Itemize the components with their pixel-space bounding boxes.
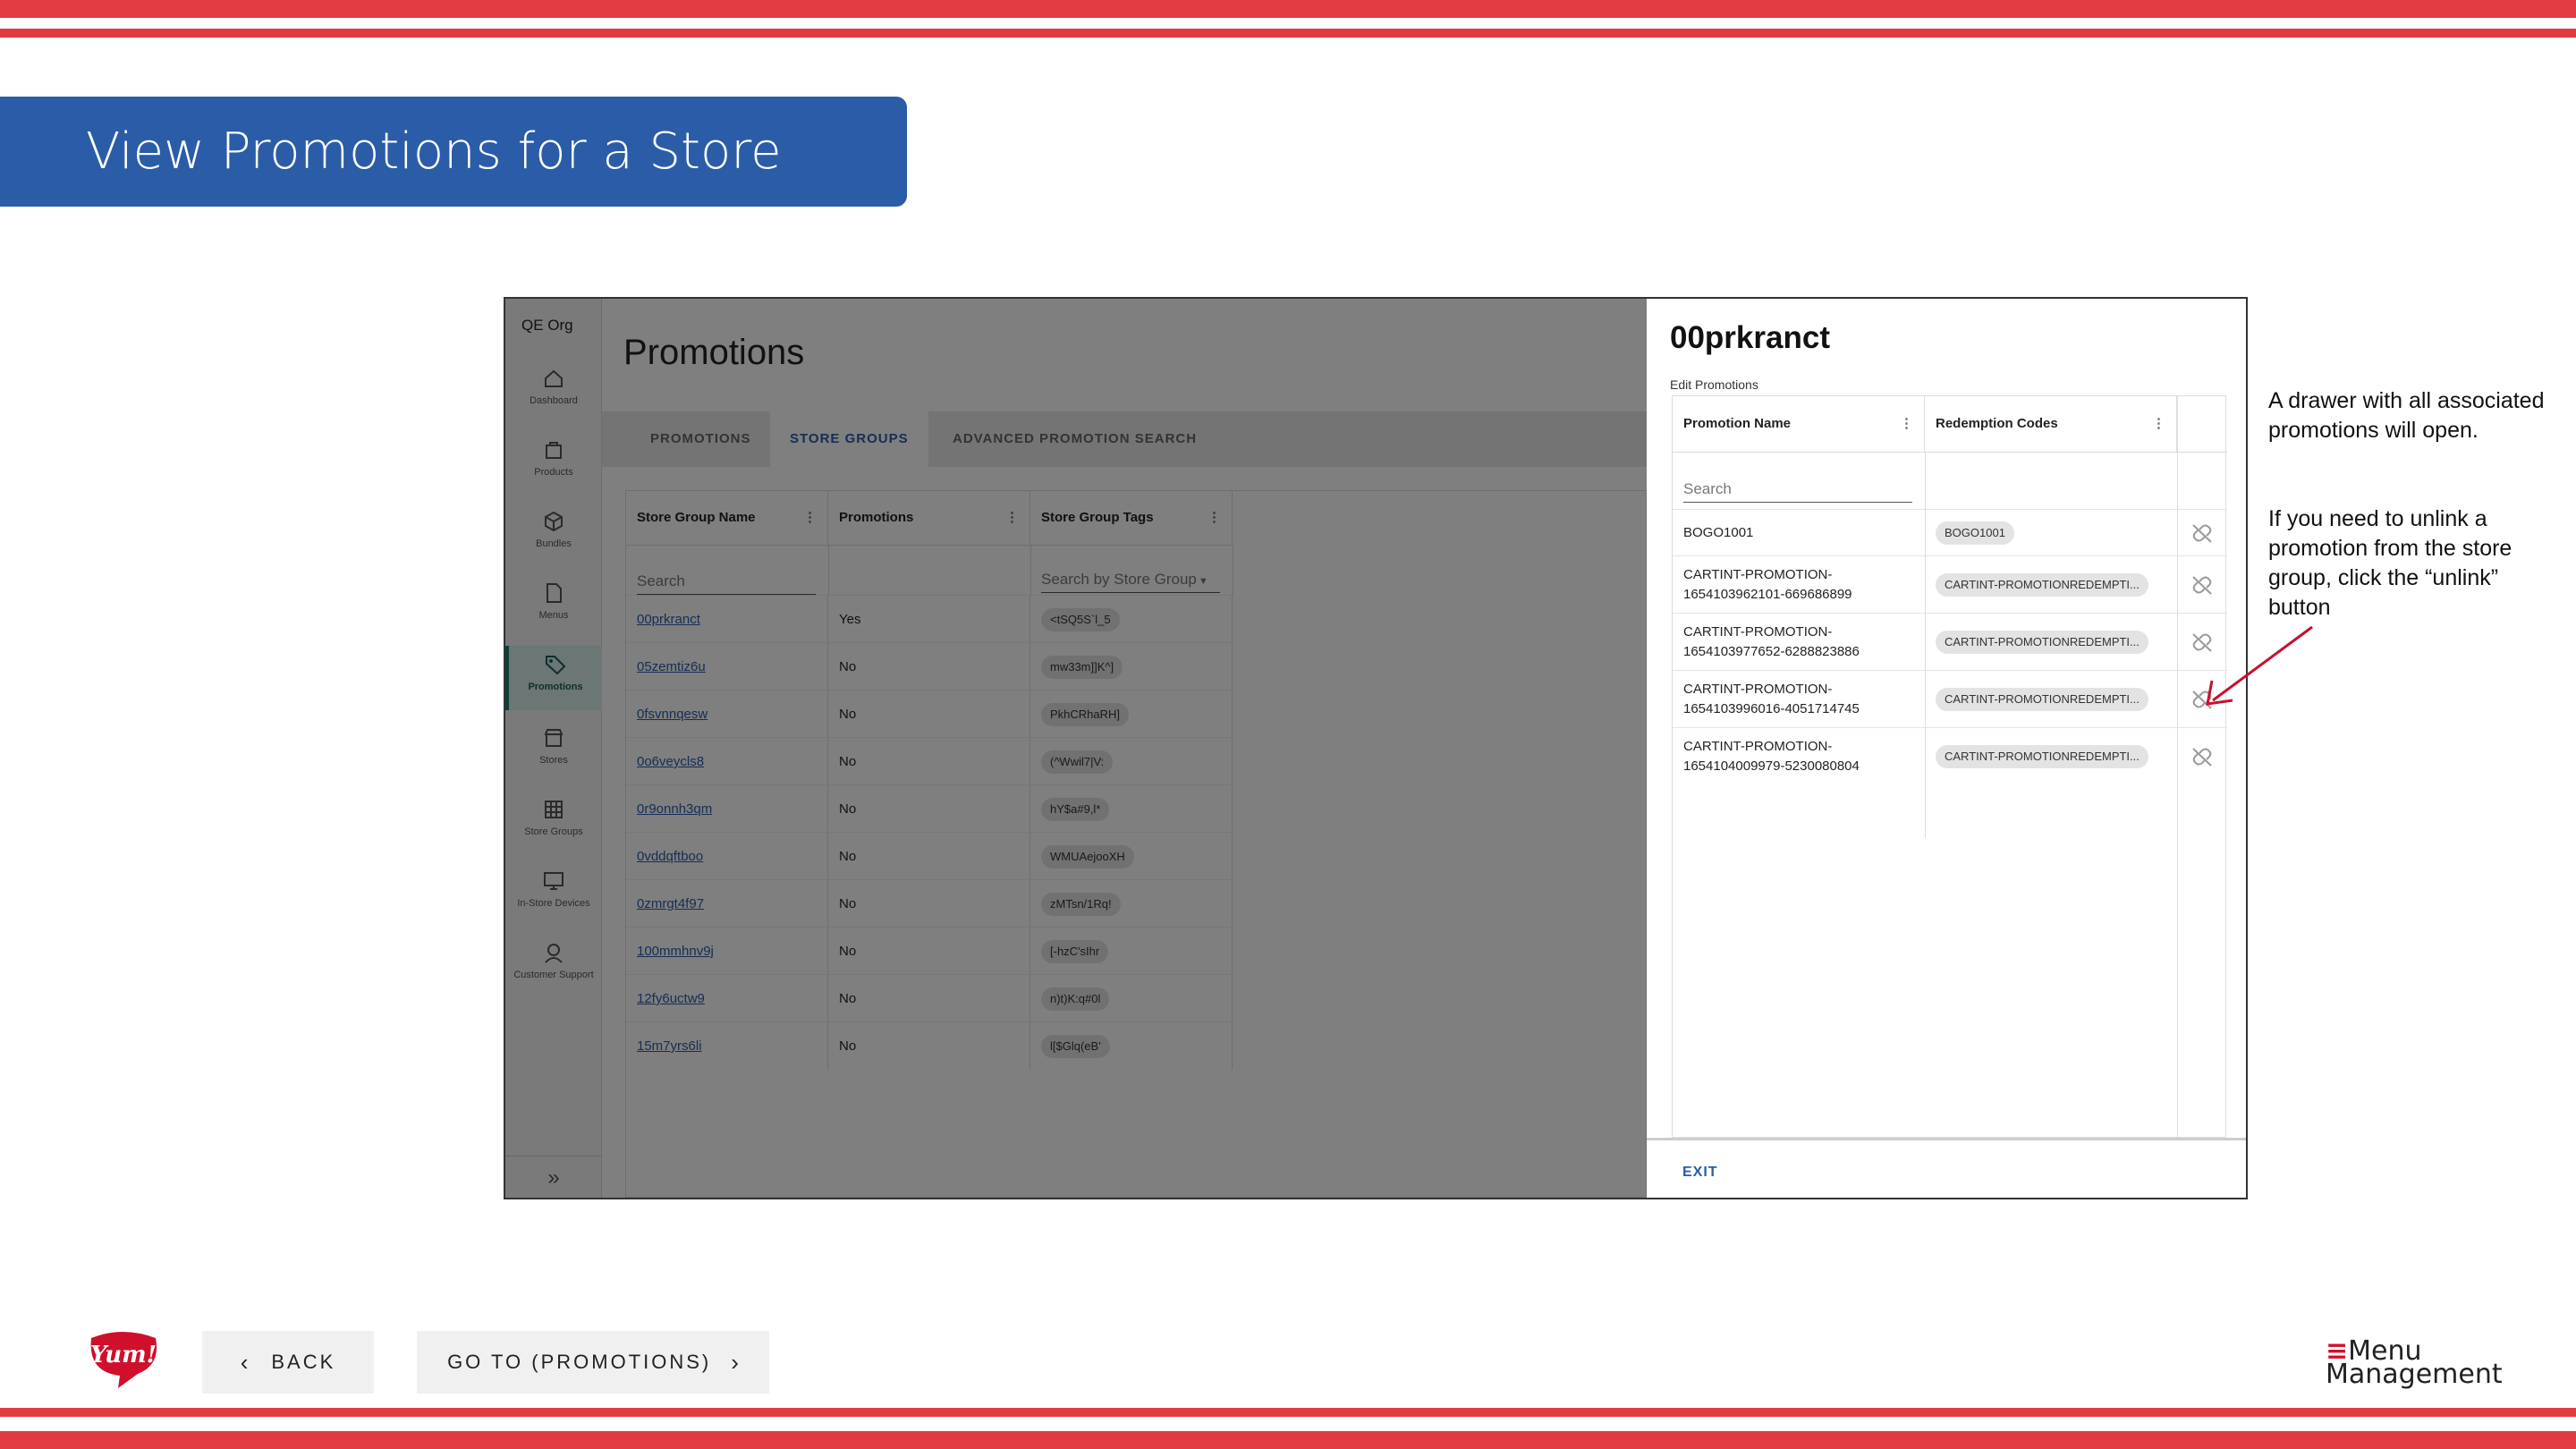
unlink-icon[interactable] — [2189, 743, 2216, 770]
promotion-name: CARTINT-PROMOTION- 1654103977652-62888238… — [1673, 614, 1925, 671]
brand-line2: Management — [2326, 1359, 2503, 1390]
promotion-search-input[interactable]: Search — [1683, 480, 1912, 503]
promotion-name: CARTINT-PROMOTION- 1654103962101-66968689… — [1673, 556, 1925, 614]
promotion-row: CARTINT-PROMOTION- 1654103962101-66968689… — [1673, 555, 2227, 613]
promotion-name: BOGO1001 — [1673, 510, 1925, 556]
promotion-name-line1: CARTINT-PROMOTION- — [1683, 624, 1833, 640]
chevron-left-icon: ‹ — [240, 1348, 249, 1376]
column-header-label: Promotion Name — [1683, 416, 1792, 431]
promotion-row: CARTINT-PROMOTION- 1654103977652-62888238… — [1673, 613, 2227, 670]
drawer-promotions-table: Promotion Name ⋮ Redemption Codes ⋮ Search… — [1672, 395, 2227, 1139]
unlink-icon[interactable] — [2189, 572, 2216, 598]
go-to-promotions-button[interactable]: GO TO (PROMOTIONS) › — [417, 1331, 769, 1394]
drawer-title: 00prkranct — [1670, 320, 1830, 355]
promotion-name-line1: CARTINT-PROMOTION- — [1683, 682, 1833, 697]
chevron-right-icon: › — [731, 1348, 739, 1376]
callout-arrow — [2206, 625, 2313, 706]
top-stripe — [0, 0, 2576, 18]
note-unlink: If you need to unlink a promotion from t… — [2268, 506, 2512, 620]
go-to-label: GO TO (PROMOTIONS) — [447, 1351, 712, 1373]
promotion-name-line2: 1654103977652-6288823886 — [1683, 644, 1860, 659]
bottom-stripe-thin — [0, 1408, 2576, 1417]
redemption-code-chip: BOGO1001 — [1936, 521, 2014, 545]
column-header-redemption-codes[interactable]: Redemption Codes ⋮ — [1925, 396, 2177, 452]
yum-logo-text: Yum! — [89, 1342, 157, 1368]
promotion-name-line1: BOGO1001 — [1683, 525, 1754, 540]
app-screenshot: QE Org DashboardProductsBundlesMenusProm… — [504, 297, 2248, 1199]
drawer-footer: EXIT — [1647, 1138, 2246, 1198]
redemption-code-chip: CARTINT-PROMOTIONREDEMPTI... — [1936, 688, 2148, 711]
exit-button[interactable]: EXIT — [1682, 1165, 1718, 1181]
back-button-label: BACK — [271, 1351, 336, 1373]
promotions-drawer: 00prkranct Edit Promotions Promotion Nam… — [1647, 299, 2246, 1198]
top-stripe-thin — [0, 29, 2576, 38]
drawer-subtitle: Edit Promotions — [1670, 377, 1758, 392]
promotion-name-line1: CARTINT-PROMOTION- — [1683, 739, 1833, 754]
promotion-name: CARTINT-PROMOTION- 1654103996016-40517147… — [1673, 671, 1925, 728]
yum-logo: Yum! — [84, 1329, 161, 1388]
promotion-name-line1: CARTINT-PROMOTION- — [1683, 567, 1833, 582]
app-window: QE Org DashboardProductsBundlesMenusProm… — [505, 299, 1647, 1198]
column-menu-icon[interactable]: ⋮ — [2152, 396, 2165, 452]
back-button[interactable]: ‹ BACK — [202, 1331, 374, 1394]
promotion-name-line2: 1654104009979-5230080804 — [1683, 758, 1860, 774]
promotion-row: CARTINT-PROMOTION- 1654104009979-52300808… — [1673, 727, 2227, 784]
bottom-stripe — [0, 1431, 2576, 1449]
redemption-code-chip: CARTINT-PROMOTIONREDEMPTI... — [1936, 745, 2148, 768]
promotion-name-line2: 1654103962101-669686899 — [1683, 587, 1852, 602]
column-header-promotion-name[interactable]: Promotion Name ⋮ — [1673, 396, 1925, 452]
note-drawer-opens: A drawer with all associated promotions … — [2268, 388, 2545, 443]
promotion-row: CARTINT-PROMOTION- 1654103996016-40517147… — [1673, 670, 2227, 727]
promotion-name: CARTINT-PROMOTION- 1654104009979-52300808… — [1673, 728, 1925, 785]
redemption-code-chip: CARTINT-PROMOTIONREDEMPTI... — [1936, 631, 2148, 654]
column-header-label: Redemption Codes — [1936, 416, 2058, 431]
menu-management-logo: ≡Menu Management — [2326, 1338, 2503, 1390]
column-menu-icon[interactable]: ⋮ — [1900, 396, 1913, 452]
redemption-code-chip: CARTINT-PROMOTIONREDEMPTI... — [1936, 573, 2148, 597]
slide-title: View Promotions for a Store Group — [0, 97, 907, 291]
promotion-name-line2: 1654103996016-4051714745 — [1683, 701, 1860, 716]
unlink-icon[interactable] — [2189, 520, 2216, 547]
promotion-row: BOGO1001 BOGO1001 — [1673, 509, 2227, 555]
modal-overlay — [505, 299, 1647, 1198]
